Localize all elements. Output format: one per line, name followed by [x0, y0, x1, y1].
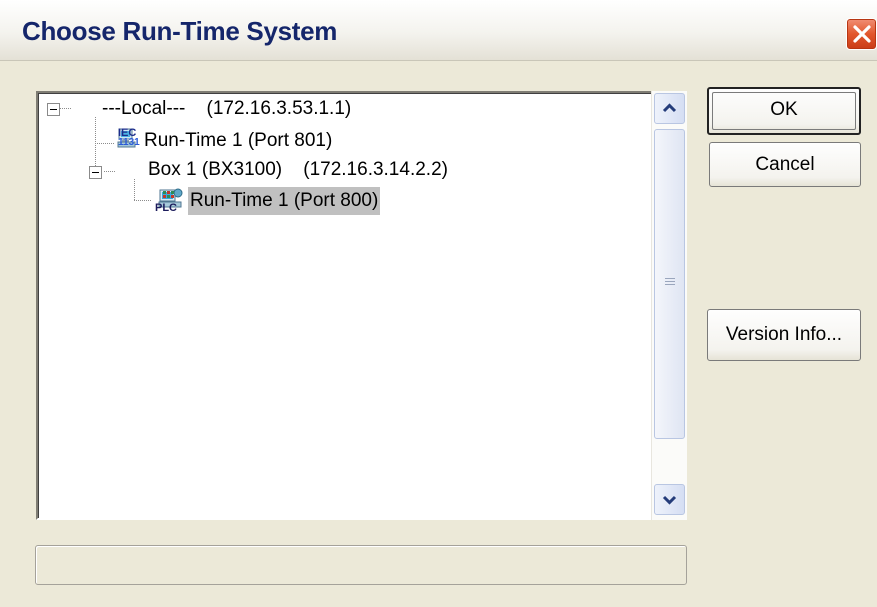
- collapse-toggle[interactable]: [89, 166, 102, 179]
- dialog-title: Choose Run-Time System: [22, 16, 338, 46]
- ok-button[interactable]: OK: [707, 87, 861, 135]
- tree-node-runtime-800[interactable]: PLC Run-Time 1 (Port 800): [38, 187, 638, 215]
- grip-icon: [665, 278, 675, 287]
- cancel-button[interactable]: Cancel: [709, 142, 861, 187]
- plc-icon: PLC: [155, 191, 185, 215]
- scroll-up-button[interactable]: [654, 93, 685, 124]
- tree-node-local[interactable]: ---Local--- (172.16.3.53.1.1): [38, 95, 638, 148]
- tree-node-box-1[interactable]: Box 1 (BX3100) (172.16.3.14.2.2): [38, 156, 638, 208]
- choose-runtime-dialog: Choose Run-Time System ---Local--- (172.…: [0, 0, 877, 607]
- iec-1131-icon: IEC 1131: [118, 127, 140, 148]
- title-bar[interactable]: Choose Run-Time System: [0, 0, 877, 61]
- close-icon: [853, 25, 871, 43]
- runtime-tree[interactable]: ---Local--- (172.16.3.53.1.1) IEC 1131 R…: [36, 91, 687, 520]
- close-button[interactable]: [846, 18, 877, 50]
- chevron-down-icon: [662, 495, 677, 505]
- tree-scrollbar[interactable]: [651, 91, 687, 520]
- version-info-button[interactable]: Version Info...: [707, 309, 861, 361]
- collapse-toggle[interactable]: [47, 103, 60, 116]
- status-field: [35, 545, 687, 585]
- tree-node-runtime-801[interactable]: IEC 1131 Run-Time 1 (Port 801): [38, 127, 638, 155]
- scroll-down-button[interactable]: [654, 484, 685, 515]
- scroll-thumb[interactable]: [654, 129, 685, 439]
- chevron-up-icon: [662, 103, 677, 113]
